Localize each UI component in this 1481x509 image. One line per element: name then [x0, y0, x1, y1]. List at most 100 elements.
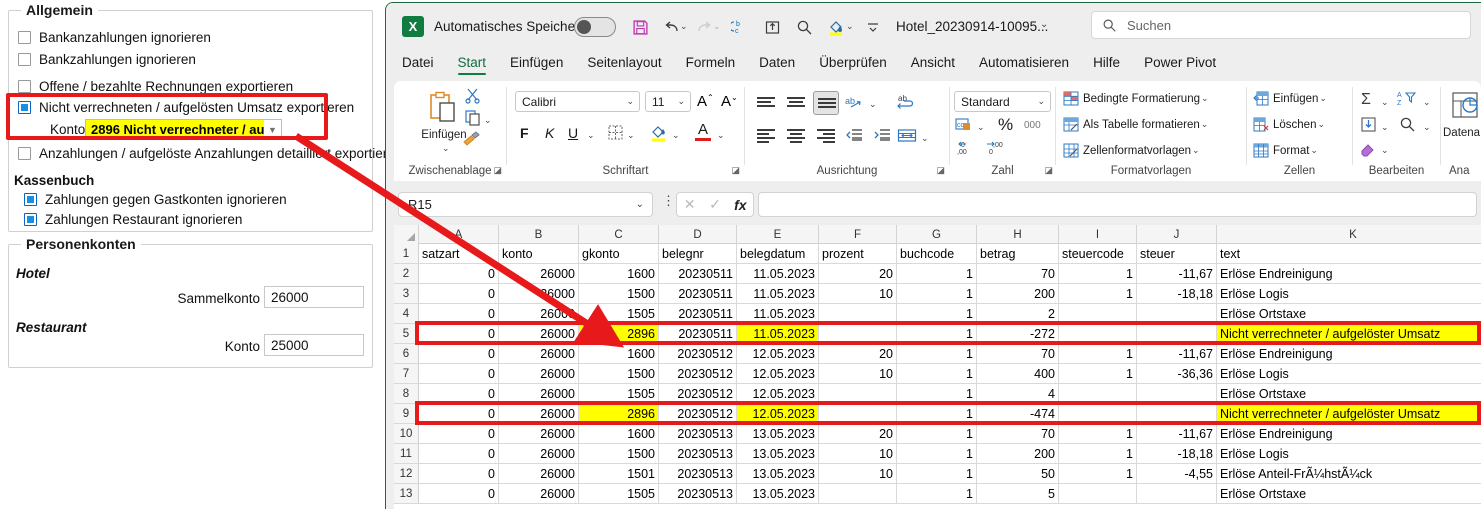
cell-G1[interactable]: buchcode	[897, 244, 977, 264]
clear-chevron-down-icon[interactable]: ⌄	[1381, 145, 1389, 156]
save-icon[interactable]	[628, 15, 652, 39]
row-header[interactable]: 8	[394, 384, 419, 404]
cell-B8[interactable]: 26000	[499, 384, 579, 404]
clear-icon[interactable]	[1359, 141, 1377, 157]
cell-I8[interactable]	[1059, 384, 1137, 404]
cell-B7[interactable]: 26000	[499, 364, 579, 384]
cell-D1[interactable]: belegnr	[659, 244, 737, 264]
checkbox-box[interactable]	[18, 147, 31, 160]
cut-icon[interactable]	[464, 87, 481, 104]
cell-J4[interactable]	[1137, 304, 1217, 324]
chevron-down-icon[interactable]: ⌄	[1192, 145, 1200, 156]
more-commands-icon[interactable]	[861, 15, 885, 39]
cell-A6[interactable]: 0	[419, 344, 499, 364]
tab-hilfe[interactable]: Hilfe	[1093, 55, 1120, 73]
row-header[interactable]: 7	[394, 364, 419, 384]
cell-F12[interactable]: 10	[819, 464, 897, 484]
chevron-down-icon[interactable]: ⌄	[1317, 119, 1325, 130]
cell-A1[interactable]: satzart	[419, 244, 499, 264]
cell-F9[interactable]	[819, 404, 897, 424]
row-header[interactable]: 2	[394, 264, 419, 284]
cell-D12[interactable]: 20230513	[659, 464, 737, 484]
chevron-down-icon[interactable]: ⌄	[1201, 93, 1209, 104]
delete-cells-button[interactable]: Löschen ⌄	[1253, 117, 1325, 132]
checkbox-box[interactable]	[18, 53, 31, 66]
cell-D9[interactable]: 20230512	[659, 404, 737, 424]
column-header-b[interactable]: B	[499, 225, 579, 244]
row-header[interactable]: 6	[394, 344, 419, 364]
underline-button[interactable]: U	[568, 125, 578, 141]
insert-function-icon[interactable]: fx	[728, 197, 753, 213]
cell-C6[interactable]: 1600	[579, 344, 659, 364]
cell-E7[interactable]: 12.05.2023	[737, 364, 819, 384]
checkbox-box[interactable]	[18, 101, 31, 114]
cell-B9[interactable]: 26000	[499, 404, 579, 424]
document-chevron-down-icon[interactable]: ⌄	[1040, 19, 1048, 30]
cell-J9[interactable]	[1137, 404, 1217, 424]
increase-indent-icon[interactable]	[873, 127, 891, 143]
font-size-select[interactable]: 11 ⌄	[645, 91, 691, 112]
checkbox-zahlungen-gegen-gastkonten-ignorieren[interactable]: Zahlungen gegen Gastkonten ignorieren	[24, 192, 287, 207]
cell-E5[interactable]: 11.05.2023	[737, 324, 819, 344]
cell-A11[interactable]: 0	[419, 444, 499, 464]
cell-C1[interactable]: gkonto	[579, 244, 659, 264]
column-header-a[interactable]: A	[419, 225, 499, 244]
checkbox-box[interactable]	[24, 213, 37, 226]
font-name-select[interactable]: Calibri ⌄	[515, 91, 640, 112]
format-cells-button[interactable]: Format ⌄	[1253, 143, 1318, 158]
insert-cells-button[interactable]: Einfügen ⌄	[1253, 91, 1327, 106]
analyze-data-label[interactable]: Datena	[1441, 127, 1481, 139]
cell-A13[interactable]: 0	[419, 484, 499, 504]
search-icon[interactable]	[792, 15, 816, 39]
decrease-decimal-icon[interactable]: ,00 0	[986, 139, 1008, 157]
fill-color-chevron-down-icon[interactable]: ⌄	[672, 130, 680, 141]
chevron-down-icon[interactable]: ⌄	[1201, 119, 1209, 130]
cell-J1[interactable]: steuer	[1137, 244, 1217, 264]
find-chevron-down-icon[interactable]: ⌄	[1423, 122, 1431, 133]
konto-dropdown[interactable]: 2896 Nicht verrechneter / aufge ▼	[85, 119, 282, 140]
cell-F10[interactable]: 20	[819, 424, 897, 444]
cell-G9[interactable]: 1	[897, 404, 977, 424]
cell-J5[interactable]	[1137, 324, 1217, 344]
sort-filter-chevron-down-icon[interactable]: ⌄	[1423, 97, 1431, 108]
align-top-icon[interactable]	[757, 97, 775, 109]
cell-F6[interactable]: 20	[819, 344, 897, 364]
sort-icon[interactable]	[760, 15, 784, 39]
paste-chevron-down-icon[interactable]: ⌄	[442, 143, 450, 154]
checkbox-nicht-verrechneten-umsatz-exportieren[interactable]: Nicht verrechneten / aufgelösten Umsatz …	[18, 100, 354, 115]
cell-B1[interactable]: konto	[499, 244, 579, 264]
column-header-i[interactable]: I	[1059, 225, 1137, 244]
cell-B11[interactable]: 26000	[499, 444, 579, 464]
cell-F7[interactable]: 10	[819, 364, 897, 384]
number-dialog-launcher-icon[interactable]: ◪	[1044, 165, 1053, 176]
cell-G12[interactable]: 1	[897, 464, 977, 484]
cell-J13[interactable]	[1137, 484, 1217, 504]
tab-seitenlayout[interactable]: Seitenlayout	[587, 55, 661, 73]
cell-K7[interactable]: Erlöse Logis	[1217, 364, 1481, 384]
column-header-f[interactable]: F	[819, 225, 897, 244]
cell-J6[interactable]: -11,67	[1137, 344, 1217, 364]
merge-chevron-down-icon[interactable]: ⌄	[921, 133, 929, 144]
cell-C5[interactable]: 2896	[579, 324, 659, 344]
column-header-c[interactable]: C	[579, 225, 659, 244]
row-header[interactable]: 10	[394, 424, 419, 444]
align-middle-icon[interactable]	[787, 97, 805, 109]
increase-font-size-icon[interactable]: A⌃	[697, 93, 714, 110]
cell-D6[interactable]: 20230512	[659, 344, 737, 364]
cell-C4[interactable]: 1505	[579, 304, 659, 324]
checkbox-offene-bezahlte-rechnungen-exportieren[interactable]: Offene / bezahlte Rechnungen exportieren	[18, 79, 293, 94]
cell-B12[interactable]: 26000	[499, 464, 579, 484]
cell-J3[interactable]: -18,18	[1137, 284, 1217, 304]
italic-button[interactable]: K	[545, 125, 554, 141]
cell-styles-button[interactable]: Zellenformatvorlagen ⌄	[1063, 143, 1200, 158]
analyze-data-icon[interactable]	[1451, 91, 1481, 121]
borders-icon[interactable]	[607, 124, 624, 141]
cell-G6[interactable]: 1	[897, 344, 977, 364]
name-box[interactable]: R15 ⌄	[398, 192, 653, 217]
cell-F13[interactable]	[819, 484, 897, 504]
cell-I7[interactable]: 1	[1059, 364, 1137, 384]
copy-chevron-down-icon[interactable]: ⌄	[484, 115, 492, 126]
row-header[interactable]: 13	[394, 484, 419, 504]
tab-einfuegen[interactable]: Einfügen	[510, 55, 563, 73]
column-header-g[interactable]: G	[897, 225, 977, 244]
